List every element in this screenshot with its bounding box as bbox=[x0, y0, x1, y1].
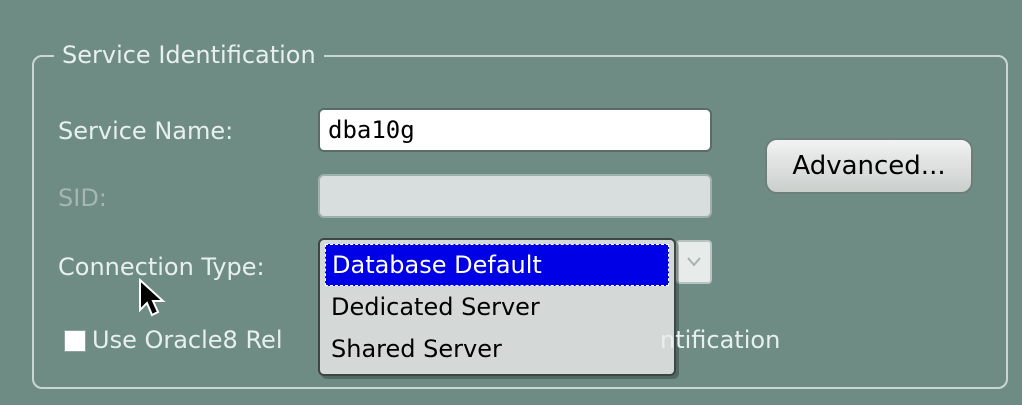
section-title: Service Identification bbox=[54, 38, 324, 72]
connection-type-options-list[interactable]: Database Default Dedicated Server Shared… bbox=[318, 238, 676, 376]
option-shared-server[interactable]: Shared Server bbox=[325, 328, 669, 370]
option-database-default[interactable]: Database Default bbox=[325, 244, 669, 286]
use-oracle8-checkbox[interactable] bbox=[64, 330, 86, 352]
option-dedicated-server[interactable]: Dedicated Server bbox=[325, 286, 669, 328]
mouse-cursor-icon bbox=[139, 278, 166, 317]
use-oracle8-checkbox-label-left: Use Oracle8 Rel bbox=[92, 326, 283, 354]
sid-input[interactable] bbox=[318, 174, 712, 218]
advanced-button[interactable]: Advanced... bbox=[765, 138, 973, 194]
sid-label: SID: bbox=[58, 184, 107, 212]
connection-type-dropdown-button[interactable] bbox=[676, 240, 712, 284]
chevron-down-icon bbox=[687, 257, 701, 267]
service-name-input[interactable]: dba10g bbox=[318, 108, 712, 152]
use-oracle8-checkbox-label-right: ntification bbox=[660, 326, 781, 354]
service-name-label: Service Name: bbox=[58, 117, 234, 145]
